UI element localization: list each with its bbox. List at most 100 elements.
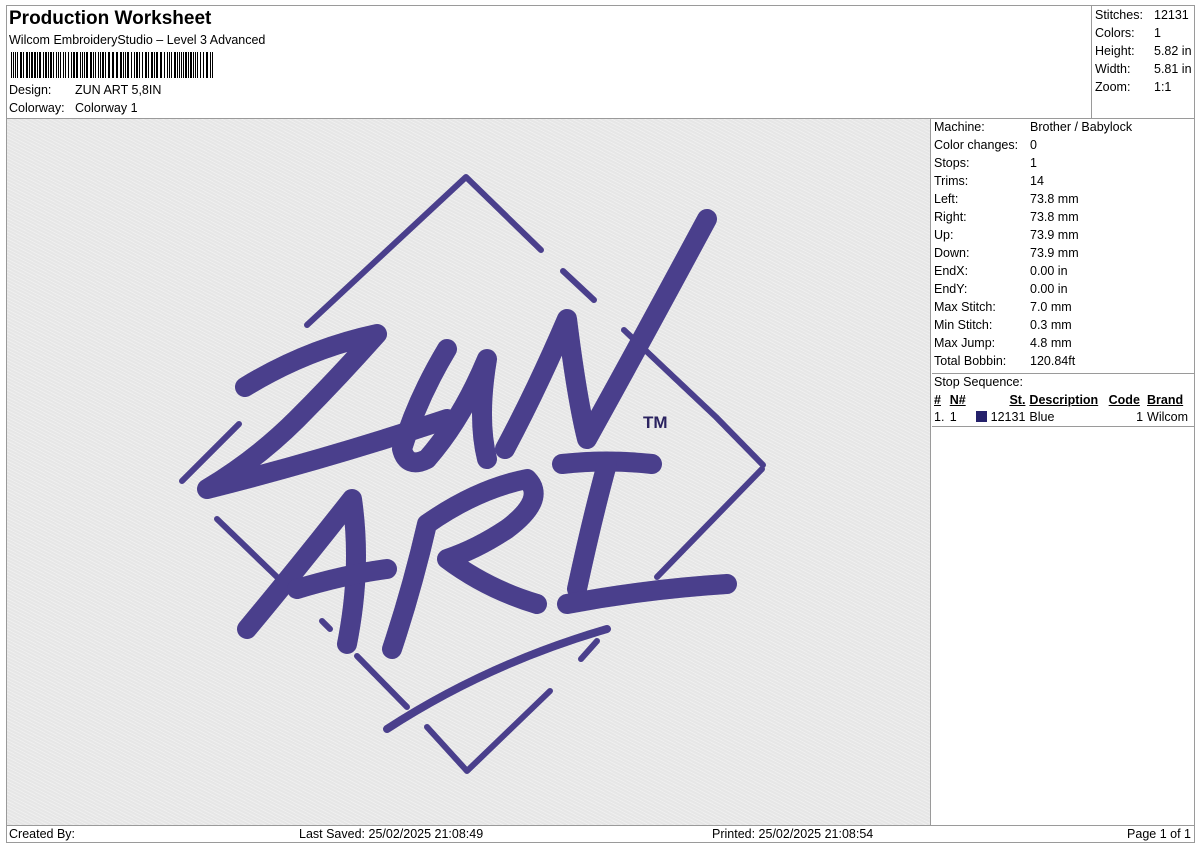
- table-row: 1. 1 12131 Blue 1 Wilcom: [932, 409, 1194, 426]
- barcode-bar: [39, 52, 41, 78]
- barcode-bar: [179, 52, 180, 78]
- barcode-bar: [145, 52, 147, 78]
- design-label: Design:: [9, 83, 52, 97]
- barcode-bar: [193, 52, 194, 78]
- worksheet-header: Production Worksheet Wilcom EmbroiderySt…: [7, 6, 1091, 118]
- machine-info-panel: Machine: Brother / Babylock Color changes…: [932, 119, 1194, 825]
- barcode-bar: [195, 52, 196, 78]
- info-up: Up: 73.9 mm: [934, 228, 1079, 242]
- barcode-bar: [95, 52, 96, 78]
- stat-zoom: Zoom: 1:1: [1095, 80, 1172, 94]
- colorway-label: Colorway:: [9, 101, 65, 115]
- barcode-bar: [65, 52, 66, 78]
- col-st: St.: [1009, 393, 1026, 407]
- design-value: ZUN ART 5,8IN: [75, 83, 162, 97]
- barcode-bar: [80, 52, 81, 78]
- art-letters: [237, 451, 737, 659]
- barcode-bar: [48, 52, 49, 78]
- barcode-bar: [171, 52, 172, 78]
- barcode-bar: [151, 52, 153, 78]
- barcode-bar: [82, 52, 83, 78]
- color-swatch: [976, 411, 988, 423]
- barcode-bar: [160, 52, 162, 78]
- barcode-bar: [156, 52, 158, 78]
- machine-info-list: Machine: Brother / Babylock Color changes…: [932, 119, 1194, 371]
- stop-sequence-table: # N# St. Description Code Brand 1. 1 121…: [932, 391, 1194, 427]
- row-description: Blue: [1029, 410, 1055, 425]
- barcode-bar: [90, 52, 92, 78]
- printed-date: Printed: 25/02/2025 21:08:54: [712, 827, 874, 841]
- zun-letters: [197, 209, 717, 499]
- barcode-bar: [60, 52, 61, 78]
- row-stitches: 12131: [969, 409, 1027, 426]
- barcode-bar: [93, 52, 94, 78]
- stat-width: Width: 5.81 in: [1095, 62, 1192, 76]
- colorway-row: Colorway: Colorway 1: [9, 100, 138, 116]
- barcode-bar: [45, 52, 47, 78]
- stat-colors: Colors: 1: [1095, 26, 1161, 40]
- barcode-bar: [125, 52, 126, 78]
- info-max-jump: Max Jump: 4.8 mm: [934, 336, 1072, 350]
- barcode-bar: [15, 52, 16, 78]
- barcode-bar: [50, 52, 52, 78]
- barcode-bar: [20, 52, 22, 78]
- barcode-bar: [154, 52, 155, 78]
- row-brand: Wilcom: [1147, 410, 1188, 425]
- info-color-changes: Color changes: 0: [934, 138, 1037, 152]
- barcode-bar: [139, 52, 140, 78]
- stop-sequence-title: Stop Sequence:: [932, 373, 1194, 391]
- barcode-bar: [197, 52, 198, 78]
- swoosh-stroke: [383, 625, 611, 733]
- col-hash: #: [934, 393, 941, 407]
- barcode-bar: [26, 52, 28, 78]
- production-worksheet: Production Worksheet Wilcom EmbroiderySt…: [6, 5, 1195, 843]
- info-stops: Stops: 1: [934, 156, 1037, 170]
- info-endx: EndX: 0.00 in: [934, 264, 1068, 278]
- barcode-bar: [37, 52, 38, 78]
- trademark-mark: TM: [643, 413, 668, 432]
- design-row: Design: ZUN ART 5,8IN: [9, 82, 161, 98]
- info-down: Down: 73.9 mm: [934, 246, 1079, 260]
- barcode-bar: [84, 52, 85, 78]
- barcode-bar: [68, 52, 69, 78]
- barcode-bar: [183, 52, 184, 78]
- design-preview: TM: [7, 119, 931, 825]
- worksheet-footer: Created By: Last Saved: 25/02/2025 21:08…: [7, 825, 1194, 842]
- barcode-bar: [203, 52, 204, 78]
- barcode-bar: [53, 52, 54, 78]
- barcode-bar: [134, 52, 135, 78]
- stats-panel: Stitches: 12131 Colors: 1 Height: 5.82 in W…: [1091, 6, 1194, 118]
- col-code: Code: [1108, 393, 1140, 407]
- barcode-bar: [116, 52, 118, 78]
- barcode-bar: [120, 52, 122, 78]
- barcode-bar: [108, 52, 110, 78]
- info-min-stitch: Min Stitch: 0.3 mm: [934, 318, 1072, 332]
- info-machine: Machine: Brother / Babylock: [934, 120, 1133, 134]
- barcode: [11, 52, 213, 78]
- barcode-bar: [34, 52, 36, 78]
- barcode-bar: [98, 52, 99, 78]
- barcode-bar: [102, 52, 104, 78]
- barcode-bar: [76, 52, 78, 78]
- barcode-bar: [174, 52, 176, 78]
- barcode-bar: [212, 52, 213, 78]
- barcode-bar: [23, 52, 24, 78]
- barcode-bar: [131, 52, 132, 78]
- barcode-bar: [190, 52, 192, 78]
- embroidery-design-image: TM: [179, 174, 766, 774]
- barcode-bar: [127, 52, 129, 78]
- barcode-bar: [123, 52, 124, 78]
- barcode-bar: [17, 52, 18, 78]
- page-number: Page 1 of 1: [1127, 827, 1191, 841]
- page-title: Production Worksheet: [9, 8, 212, 29]
- stat-height: Height: 5.82 in: [1095, 44, 1192, 58]
- barcode-bar: [86, 52, 88, 78]
- row-code: 1: [1136, 410, 1144, 425]
- barcode-bar: [31, 52, 33, 78]
- col-brand: Brand: [1147, 393, 1184, 407]
- col-n: N#: [949, 393, 966, 407]
- row-num: 1.: [934, 410, 945, 425]
- barcode-bar: [13, 52, 14, 78]
- barcode-bar: [148, 52, 149, 78]
- barcode-bar: [200, 52, 201, 78]
